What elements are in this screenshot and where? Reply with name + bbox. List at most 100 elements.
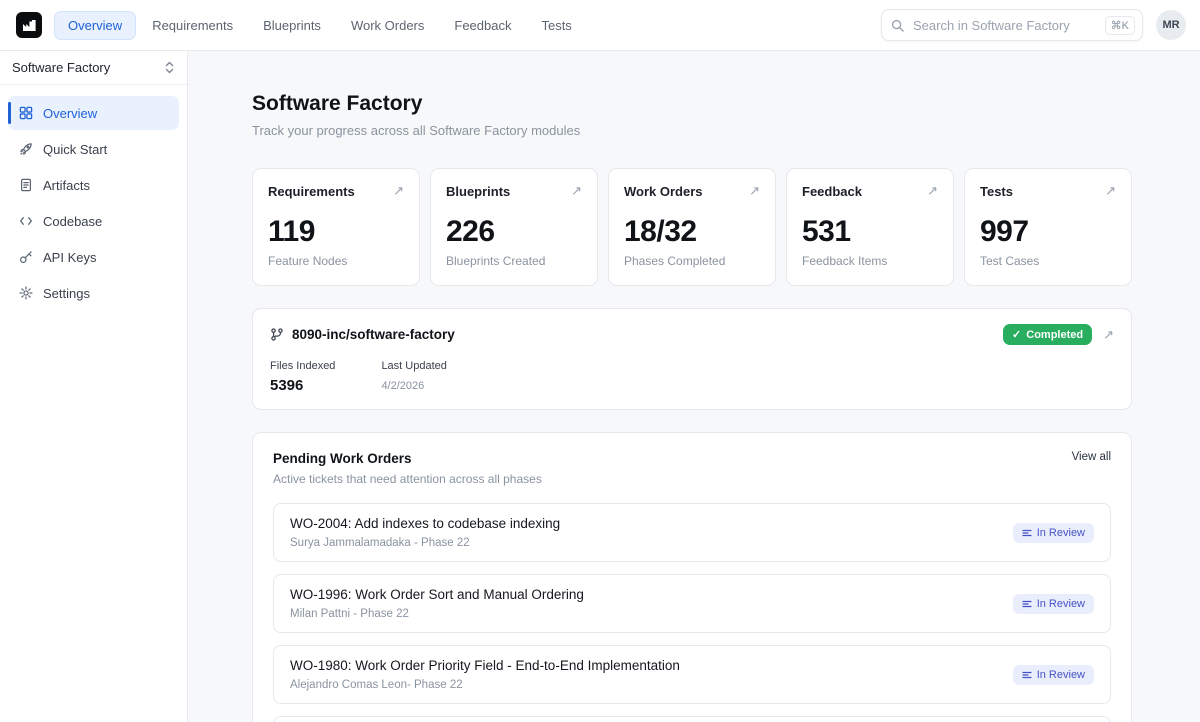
factory-logo-icon [22, 18, 37, 33]
tab-overview[interactable]: Overview [54, 11, 136, 40]
workspace-name: Software Factory [12, 60, 110, 75]
external-arrow-icon[interactable]: ↗ [571, 184, 582, 197]
external-arrow-icon[interactable]: ↗ [393, 184, 404, 197]
search-icon [891, 19, 904, 32]
repo-card: 8090-inc/software-factory ✓Completed ↗ F… [252, 308, 1132, 410]
stat-title: Blueprints [446, 184, 510, 199]
rocket-icon [18, 142, 33, 157]
check-icon: ✓ [1012, 328, 1021, 341]
stat-value: 119 [268, 215, 404, 249]
code-icon [18, 214, 33, 229]
status-badge-completed: ✓Completed [1003, 324, 1092, 345]
stat-card-tests[interactable]: Tests ↗ 997 Test Cases [964, 168, 1132, 286]
stat-title: Requirements [268, 184, 355, 199]
workspace-switcher[interactable]: Software Factory [0, 51, 187, 85]
app-shell: Software Factory Overview Quick Start [0, 51, 1200, 722]
stat-value: 226 [446, 215, 582, 249]
stat-label: Phases Completed [624, 254, 760, 268]
files-indexed-value: 5396 [270, 377, 335, 394]
sidebar-item-settings[interactable]: Settings [8, 276, 179, 310]
work-order-row[interactable]: WO-1996: Work Order Sort and Manual Orde… [273, 574, 1111, 633]
sidebar-item-label: Artifacts [43, 178, 90, 193]
external-arrow-icon[interactable]: ↗ [1105, 184, 1116, 197]
top-nav-tabs: Overview Requirements Blueprints Work Or… [54, 11, 586, 40]
stat-title: Tests [980, 184, 1013, 199]
sidebar-item-quick-start[interactable]: Quick Start [8, 132, 179, 166]
last-updated-value: 4/2/2026 [381, 380, 446, 392]
page-title: Software Factory [252, 92, 1132, 116]
tab-blueprints[interactable]: Blueprints [249, 11, 335, 40]
gear-icon [18, 286, 33, 301]
stat-label: Feature Nodes [268, 254, 404, 268]
sidebar: Software Factory Overview Quick Start [0, 51, 188, 722]
app-logo[interactable] [16, 12, 42, 38]
review-lines-icon [1022, 528, 1032, 538]
last-updated-stat: Last Updated 4/2/2026 [381, 360, 446, 394]
sidebar-item-label: Quick Start [43, 142, 107, 157]
sidebar-item-label: Settings [43, 286, 90, 301]
search-shortcut-badge: ⌘K [1105, 16, 1135, 35]
sidebar-item-api-keys[interactable]: API Keys [8, 240, 179, 274]
topbar: Overview Requirements Blueprints Work Or… [0, 0, 1200, 51]
status-badge-in-review: In Review [1013, 523, 1094, 543]
stat-label: Blueprints Created [446, 254, 582, 268]
stat-card-feedback[interactable]: Feedback ↗ 531 Feedback Items [786, 168, 954, 286]
view-all-link[interactable]: View all [1072, 451, 1111, 463]
work-order-meta: Milan Pattni - Phase 22 [290, 608, 584, 620]
git-branch-icon [270, 327, 284, 342]
stat-value: 531 [802, 215, 938, 249]
stat-card-blueprints[interactable]: Blueprints ↗ 226 Blueprints Created [430, 168, 598, 286]
work-order-list: WO-2004: Add indexes to codebase indexin… [273, 503, 1111, 722]
stat-value: 18/32 [624, 215, 760, 249]
review-lines-icon [1022, 670, 1032, 680]
last-updated-label: Last Updated [381, 360, 446, 372]
tab-feedback[interactable]: Feedback [440, 11, 525, 40]
topbar-right: ⌘K MR [881, 9, 1186, 41]
main-content: Software Factory Track your progress acr… [188, 51, 1200, 722]
sidebar-item-codebase[interactable]: Codebase [8, 204, 179, 238]
status-badge-in-review: In Review [1013, 594, 1094, 614]
work-order-meta: Surya Jammalamadaka - Phase 22 [290, 537, 560, 549]
tab-requirements[interactable]: Requirements [138, 11, 247, 40]
tab-tests[interactable]: Tests [527, 11, 585, 40]
key-icon [18, 250, 33, 265]
stat-card-work-orders[interactable]: Work Orders ↗ 18/32 Phases Completed [608, 168, 776, 286]
sidebar-item-label: Codebase [43, 214, 102, 229]
sidebar-item-label: API Keys [43, 250, 96, 265]
stat-title: Work Orders [624, 184, 703, 199]
work-order-title: WO-2004: Add indexes to codebase indexin… [290, 516, 560, 531]
stat-card-requirements[interactable]: Requirements ↗ 119 Feature Nodes [252, 168, 420, 286]
chevron-up-down-icon [164, 61, 175, 74]
stat-title: Feedback [802, 184, 862, 199]
review-lines-icon [1022, 599, 1032, 609]
sidebar-nav: Overview Quick Start Artifacts Codebase [0, 85, 187, 321]
external-arrow-icon[interactable]: ↗ [1103, 328, 1114, 341]
pending-subtitle: Active tickets that need attention acros… [273, 472, 542, 486]
page-subtitle: Track your progress across all Software … [252, 123, 1132, 138]
sidebar-item-artifacts[interactable]: Artifacts [8, 168, 179, 202]
external-arrow-icon[interactable]: ↗ [749, 184, 760, 197]
avatar[interactable]: MR [1156, 10, 1186, 40]
work-order-row[interactable]: WO-1980: Work Order Priority Field - End… [273, 645, 1111, 704]
document-icon [18, 178, 33, 193]
work-order-title: WO-1996: Work Order Sort and Manual Orde… [290, 587, 584, 602]
work-order-row[interactable]: WO-2004: Add indexes to codebase indexin… [273, 503, 1111, 562]
stat-label: Test Cases [980, 254, 1116, 268]
work-order-row[interactable]: WO-1976: Propose a solution to update_co… [273, 716, 1111, 722]
sidebar-item-label: Overview [43, 106, 97, 121]
files-indexed-stat: Files Indexed 5396 [270, 360, 335, 394]
files-indexed-label: Files Indexed [270, 360, 335, 372]
stat-label: Feedback Items [802, 254, 938, 268]
search-input[interactable] [911, 17, 1098, 34]
external-arrow-icon[interactable]: ↗ [927, 184, 938, 197]
stat-value: 997 [980, 215, 1116, 249]
stats-row: Requirements ↗ 119 Feature Nodes Bluepri… [252, 168, 1132, 286]
global-search[interactable]: ⌘K [881, 9, 1143, 41]
work-order-title: WO-1980: Work Order Priority Field - End… [290, 658, 680, 673]
repo-name: 8090-inc/software-factory [292, 327, 455, 342]
work-order-meta: Alejandro Comas Leon- Phase 22 [290, 679, 680, 691]
pending-title: Pending Work Orders [273, 451, 542, 466]
pending-work-orders-card: Pending Work Orders Active tickets that … [252, 432, 1132, 722]
tab-work-orders[interactable]: Work Orders [337, 11, 438, 40]
sidebar-item-overview[interactable]: Overview [8, 96, 179, 130]
